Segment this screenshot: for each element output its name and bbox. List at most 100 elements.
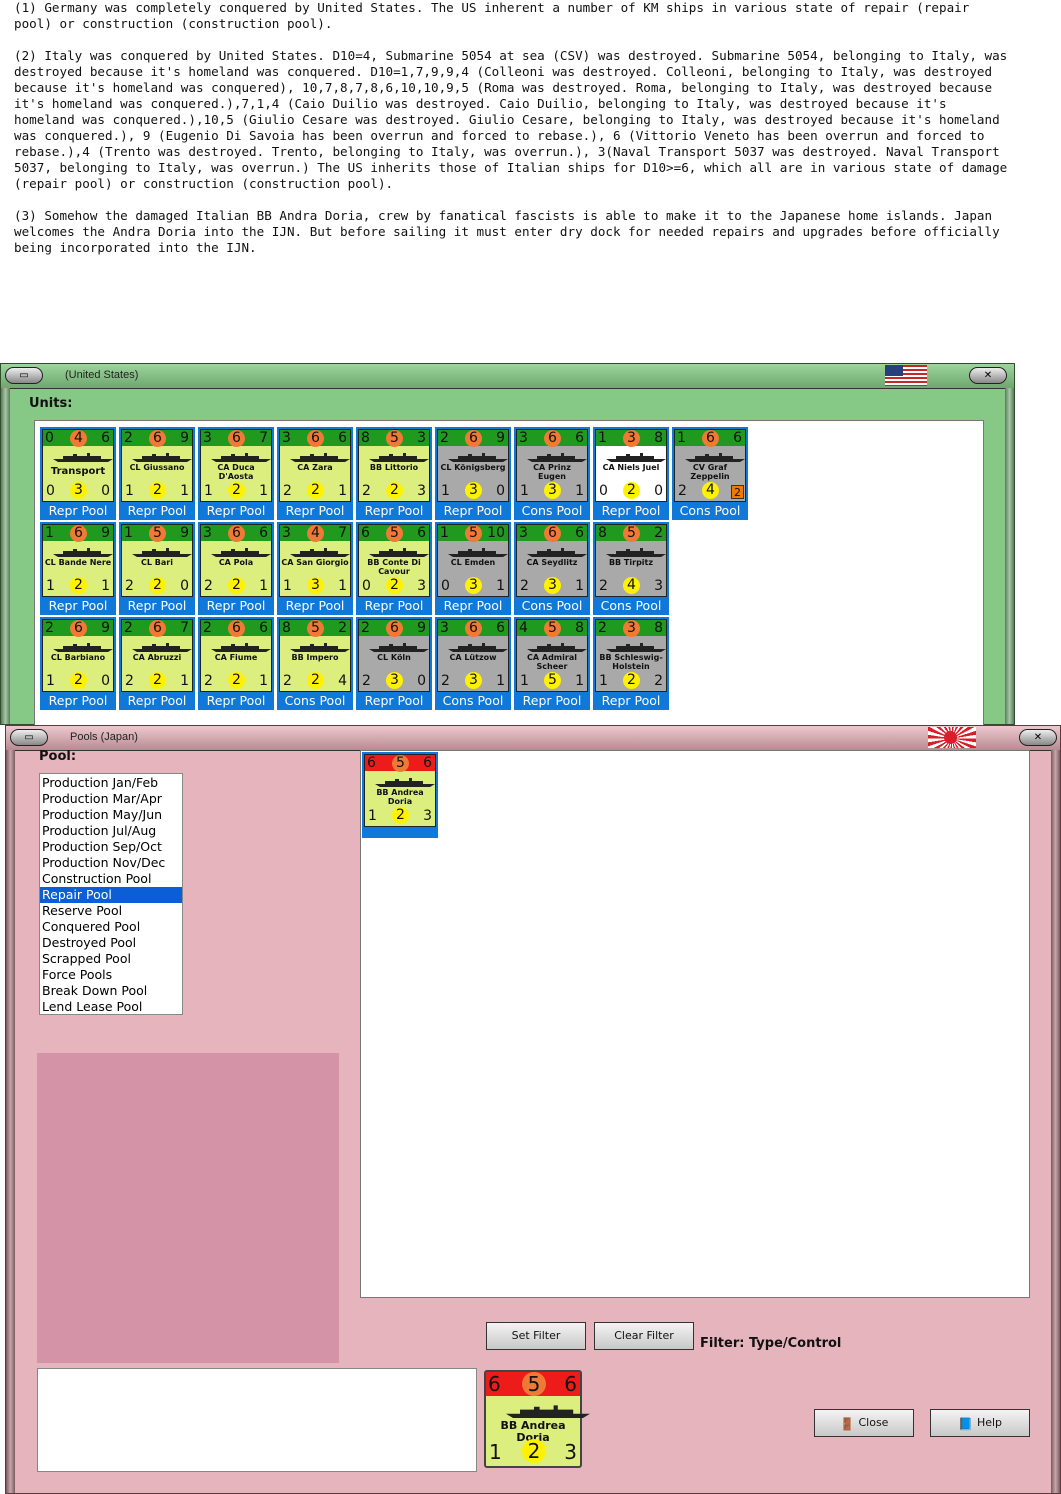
unit-counter-tile[interactable]: 6 5 6 BB Conte Di Cavour 0 2 3 Repr Pool bbox=[356, 522, 432, 615]
counter-value-top-right: 2 bbox=[338, 620, 347, 636]
unit-counter[interactable]: 3 6 6 CA Prinz Eugen 1 3 1 bbox=[516, 429, 588, 502]
unit-counter[interactable]: 0 4 6 Transport 0 3 0 bbox=[42, 429, 114, 502]
unit-counter-tile[interactable]: 1 3 8 CA Niels Juel 0 2 0 Repr Pool bbox=[593, 427, 669, 520]
unit-counter-tile[interactable]: 2 6 9 CL Köln 2 3 0 Repr Pool bbox=[356, 617, 432, 710]
unit-counter[interactable]: 2 3 8 BB Schleswig-Holstein 1 2 2 bbox=[595, 619, 667, 692]
unit-counter[interactable]: 1 5 9 CL Bari 2 2 0 bbox=[121, 524, 193, 597]
unit-counter[interactable]: 3 6 7 CA Duca D'Aosta 1 2 1 bbox=[200, 429, 272, 502]
unit-counter[interactable]: 1 6 6 CV Graf Zeppelin 2 4 2 bbox=[674, 429, 746, 502]
unit-counter-tile[interactable]: 2 6 9 CL Königsberg 1 3 0 Repr Pool bbox=[435, 427, 511, 520]
ship-silhouette-icon bbox=[375, 778, 435, 787]
counter-value-top-right: 10 bbox=[487, 525, 505, 541]
pool-list-item[interactable]: Force Pools bbox=[40, 967, 182, 983]
counter-value-top-right: 7 bbox=[259, 430, 268, 446]
close-icon[interactable]: ✕ bbox=[1019, 729, 1057, 746]
counter-value-bottom-left: 2 bbox=[125, 673, 134, 689]
counter-unit-name: CA Seydlitz bbox=[526, 558, 578, 567]
counter-unit-name: CA Prinz Eugen bbox=[533, 463, 571, 481]
unit-counter[interactable]: 2 6 9 CL Köln 2 3 0 bbox=[358, 619, 430, 692]
unit-counter[interactable]: 2 6 6 CA Fiume 2 2 1 bbox=[200, 619, 272, 692]
unit-counter-tile[interactable]: 2 6 7 CA Abruzzi 2 2 1 Repr Pool bbox=[119, 617, 195, 710]
counter-value-bottom: 4 bbox=[702, 482, 719, 499]
unit-counter-tile[interactable]: 4 5 8 CA Admiral Scheer 1 5 1 Repr Pool bbox=[514, 617, 590, 710]
unit-counter[interactable]: 8 5 2 BB Impero 2 2 4 bbox=[279, 619, 351, 692]
unit-counter[interactable]: 3 6 6 CA Seydlitz 2 3 1 bbox=[516, 524, 588, 597]
clear-filter-button[interactable]: Clear Filter bbox=[594, 1322, 694, 1350]
minimize-icon[interactable]: ▭ bbox=[5, 367, 43, 384]
unit-counter[interactable]: 3 6 6 CA Pola 2 2 1 bbox=[200, 524, 272, 597]
unit-counter-tile[interactable]: 3 6 6 CA Zara 2 2 1 Repr Pool bbox=[277, 427, 353, 520]
unit-counter-tile[interactable]: 1 5 9 CL Bari 2 2 0 Repr Pool bbox=[119, 522, 195, 615]
counter-value-top-right: 3 bbox=[417, 430, 426, 446]
pool-list-item[interactable]: Production Nov/Dec bbox=[40, 855, 182, 871]
unit-counter-tile[interactable]: 2 6 6 CA Fiume 2 2 1 Repr Pool bbox=[198, 617, 274, 710]
unit-counter-tile[interactable]: 3 6 6 CA Pola 2 2 1 Repr Pool bbox=[198, 522, 274, 615]
pool-list-item[interactable]: Production Sep/Oct bbox=[40, 839, 182, 855]
unit-counter-tile[interactable]: 2 3 8 BB Schleswig-Holstein 1 2 2 Repr Pool bbox=[593, 617, 669, 710]
unit-counter[interactable]: 3 6 6 CA Lützow 2 3 1 bbox=[437, 619, 509, 692]
unit-counter[interactable]: 2 6 9 CL Giussano 1 2 1 bbox=[121, 429, 193, 502]
unit-pool-label: Cons Pool bbox=[600, 598, 662, 613]
unit-counter-tile[interactable]: 3 6 7 CA Duca D'Aosta 1 2 1 Repr Pool bbox=[198, 427, 274, 520]
unit-counter[interactable]: 2 6 9 CL Königsberg 1 3 0 bbox=[437, 429, 509, 502]
ship-silhouette-icon bbox=[369, 643, 429, 652]
unit-counter-tile[interactable]: 1 6 6 CV Graf Zeppelin 2 4 2 Cons Pool bbox=[672, 427, 748, 520]
pool-list-item[interactable]: Lend Lease Pool bbox=[40, 999, 182, 1015]
unit-counter-tile[interactable]: 1 5 10 CL Emden 0 3 1 Repr Pool bbox=[435, 522, 511, 615]
pool-list-item[interactable]: Scrapped Pool bbox=[40, 951, 182, 967]
counter-value-top-right: 6 bbox=[423, 755, 432, 771]
unit-counter-tile[interactable]: 8 5 2 BB Impero 2 2 4 Cons Pool bbox=[277, 617, 353, 710]
counter-value-bottom-right: 1 bbox=[496, 578, 505, 594]
unit-counter-tile[interactable]: 0 4 6 Transport 0 3 0 Repr Pool bbox=[40, 427, 116, 520]
unit-counter[interactable]: 4 5 8 CA Admiral Scheer 1 5 1 bbox=[516, 619, 588, 692]
unit-counter-tile[interactable]: 3 6 6 CA Seydlitz 2 3 1 Cons Pool bbox=[514, 522, 590, 615]
pool-list-item[interactable]: Production Jan/Feb bbox=[40, 775, 182, 791]
pool-list-item[interactable]: Repair Pool bbox=[40, 887, 182, 903]
counter-value-top: 4 bbox=[70, 430, 87, 447]
counter-value-bottom-left: 2 bbox=[204, 673, 213, 689]
us-units-window: ▭ (United States) ✕ Units: 0 4 6 Transport 0… bbox=[0, 363, 1015, 726]
unit-counter[interactable]: 1 3 8 CA Niels Juel 0 2 0 bbox=[595, 429, 667, 502]
unit-counter[interactable]: 8 5 2 BB Tirpitz 2 4 3 bbox=[595, 524, 667, 597]
unit-counter-tile[interactable]: 3 6 6 CA Prinz Eugen 1 3 1 Cons Pool bbox=[514, 427, 590, 520]
unit-info-box bbox=[37, 1368, 477, 1472]
counter-value-top-left: 2 bbox=[361, 620, 370, 636]
pool-list-item[interactable]: Reserve Pool bbox=[40, 903, 182, 919]
us-window-titlebar[interactable]: ▭ (United States) ✕ bbox=[1, 364, 1014, 389]
unit-counter[interactable]: 2 6 9 CL Barbiano 1 2 0 bbox=[42, 619, 114, 692]
set-filter-button[interactable]: Set Filter bbox=[486, 1322, 586, 1350]
unit-counter[interactable]: 8 5 3 BB Littorio 2 2 3 bbox=[358, 429, 430, 502]
pool-list-item[interactable]: Production May/Jun bbox=[40, 807, 182, 823]
pool-listbox[interactable]: Production Jan/Feb Production Mar/Apr Prod… bbox=[39, 773, 183, 1015]
close-button[interactable]: 🚪 Close bbox=[814, 1409, 914, 1437]
unit-counter-tile[interactable]: 2 6 9 CL Giussano 1 2 1 Repr Pool bbox=[119, 427, 195, 520]
unit-counter[interactable]: 1 5 10 CL Emden 0 3 1 bbox=[437, 524, 509, 597]
minimize-icon[interactable]: ▭ bbox=[10, 729, 48, 746]
unit-counter-tile[interactable]: 1 6 9 CL Bande Nere 1 2 1 Repr Pool bbox=[40, 522, 116, 615]
jp-window-titlebar[interactable]: ▭ Pools (Japan) ✕ bbox=[6, 726, 1060, 751]
counter-value-bottom-right: 3 bbox=[564, 1440, 577, 1464]
unit-counter-tile[interactable]: 2 6 9 CL Barbiano 1 2 0 Repr Pool bbox=[40, 617, 116, 710]
unit-counter[interactable]: 6 5 6 BB Conte Di Cavour 0 2 3 bbox=[358, 524, 430, 597]
pool-list-item[interactable]: Production Mar/Apr bbox=[40, 791, 182, 807]
unit-counter[interactable]: 3 6 6 CA Zara 2 2 1 bbox=[279, 429, 351, 502]
unit-counter-tile[interactable]: 3 6 6 CA Lützow 2 3 1 Cons Pool bbox=[435, 617, 511, 710]
unit-counter-tile[interactable]: 8 5 2 BB Tirpitz 2 4 3 Cons Pool bbox=[593, 522, 669, 615]
help-button[interactable]: 📘 Help bbox=[930, 1409, 1030, 1437]
unit-counter[interactable]: 3 4 7 CA San Giorgio 1 3 1 bbox=[279, 524, 351, 597]
pool-list-item[interactable]: Destroyed Pool bbox=[40, 935, 182, 951]
pool-list-item[interactable]: Production Jul/Aug bbox=[40, 823, 182, 839]
unit-pool-label: Repr Pool bbox=[522, 693, 582, 708]
unit-counter[interactable]: 6 5 6 BB Andrea Doria 1 2 3 bbox=[364, 754, 436, 827]
unit-counter[interactable]: 2 6 7 CA Abruzzi 2 2 1 bbox=[121, 619, 193, 692]
unit-counter[interactable]: 1 6 9 CL Bande Nere 1 2 1 bbox=[42, 524, 114, 597]
counter-value-top-right: 9 bbox=[417, 620, 426, 636]
pool-list-item[interactable]: Conquered Pool bbox=[40, 919, 182, 935]
pool-list-item[interactable]: Construction Pool bbox=[40, 871, 182, 887]
pool-list-item[interactable]: Break Down Pool bbox=[40, 983, 182, 999]
unit-counter-tile[interactable]: 3 4 7 CA San Giorgio 1 3 1 Repr Pool bbox=[277, 522, 353, 615]
unit-counter-tile[interactable]: 6 5 6 BB Andrea Doria 1 2 3 bbox=[362, 752, 438, 838]
close-icon[interactable]: ✕ bbox=[969, 367, 1007, 384]
unit-counter-tile[interactable]: 8 5 3 BB Littorio 2 2 3 Repr Pool bbox=[356, 427, 432, 520]
counter-unit-name: CL Emden bbox=[450, 558, 496, 567]
